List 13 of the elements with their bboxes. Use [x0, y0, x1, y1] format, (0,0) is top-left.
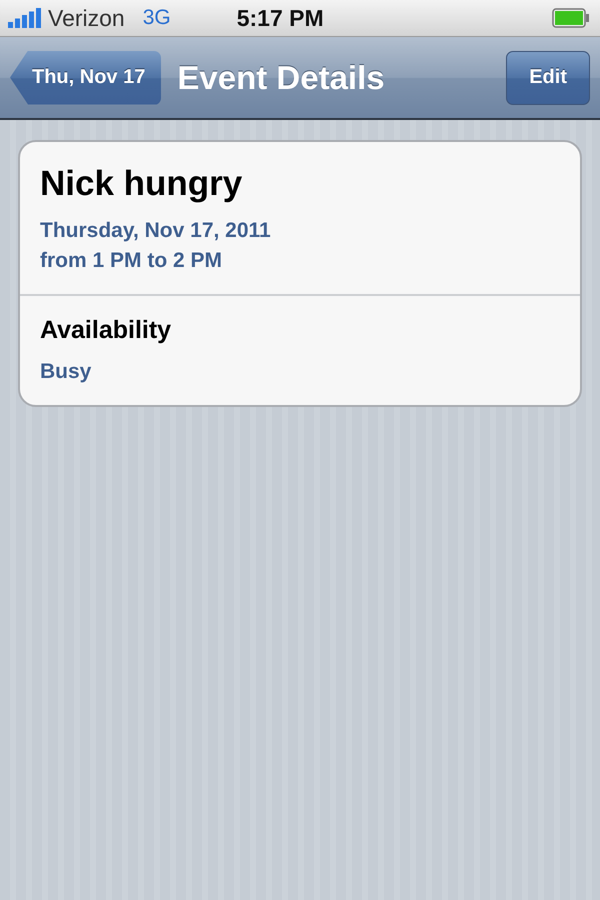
event-time: from 1 PM to 2 PM [40, 248, 224, 274]
edit-button[interactable]: Edit [506, 50, 590, 104]
signal-icon [8, 8, 44, 28]
section-value: Busy [40, 359, 92, 385]
network-type: 3G [142, 6, 171, 30]
back-button[interactable]: Thu, Nov 17 [10, 50, 162, 104]
nav-title: Event Details [177, 58, 386, 96]
event-date: Thursday, Nov 17, 2011 [40, 218, 272, 244]
event-title: Nick hungry [40, 164, 244, 204]
section-label: Availability [40, 316, 172, 345]
battery-icon [552, 8, 590, 28]
carrier-name: Verizon [48, 4, 125, 32]
status-time: 5:17 PM [236, 4, 325, 32]
